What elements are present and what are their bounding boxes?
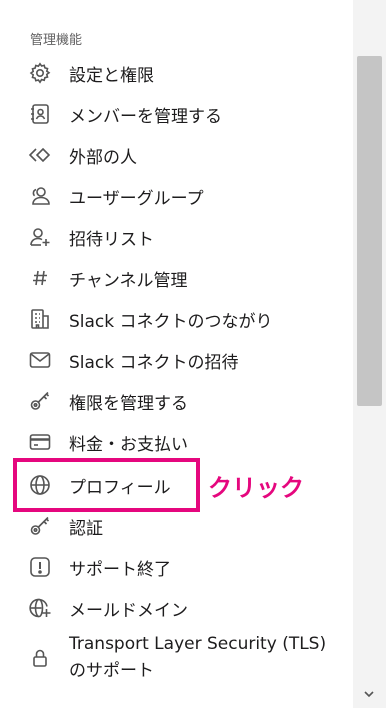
- menu-item-label: Slack コネクトの招待: [69, 352, 239, 373]
- exclamation-icon: [28, 555, 52, 579]
- gear-icon: [28, 61, 52, 85]
- menu-item-tls-support[interactable]: Transport Layer Security (TLS) のサポート: [0, 630, 353, 686]
- user-group-icon: [28, 184, 52, 208]
- scrollbar-thumb[interactable]: [357, 56, 382, 406]
- menu-item-end-of-support[interactable]: サポート終了: [0, 547, 353, 587]
- menu-item-settings-permissions[interactable]: 設定と権限: [0, 53, 353, 93]
- credit-card-icon: [28, 430, 52, 454]
- menu-item-label: 料金・お支払い: [69, 434, 188, 455]
- building-icon: [28, 307, 52, 331]
- menu-item-label: チャンネル管理: [69, 270, 188, 291]
- menu-item-billing[interactable]: 料金・お支払い: [0, 422, 353, 462]
- menu-item-label: Transport Layer Security (TLS) のサポート: [69, 634, 327, 681]
- member-card-icon: [28, 102, 52, 126]
- external-diamond-icon: [28, 143, 52, 167]
- menu-item-slack-connect-invites[interactable]: Slack コネクトの招待: [0, 340, 353, 380]
- menu-item-authentication[interactable]: 認証: [0, 506, 353, 546]
- menu-item-manage-members[interactable]: メンバーを管理する: [0, 94, 353, 134]
- admin-menu: 管理機能 設定と権限 メンバーを管理する 外部の人 ユーザーグループ 招待リスト…: [0, 0, 353, 708]
- menu-item-label: メンバーを管理する: [69, 106, 222, 127]
- menu-item-label: サポート終了: [69, 559, 171, 580]
- envelope-icon: [28, 348, 52, 372]
- menu-item-manage-permissions[interactable]: 権限を管理する: [0, 381, 353, 421]
- menu-item-label: ユーザーグループ: [69, 188, 204, 209]
- menu-item-label: 権限を管理する: [69, 393, 188, 414]
- menu-item-label: 認証: [69, 518, 103, 539]
- menu-item-slack-connect-connections[interactable]: Slack コネクトのつながり: [0, 299, 353, 339]
- click-annotation: クリック: [208, 474, 304, 502]
- hash-icon: [28, 266, 52, 290]
- menu-item-channel-management[interactable]: チャンネル管理: [0, 258, 353, 298]
- menu-item-label: Slack コネクトのつながり: [69, 311, 273, 332]
- menu-item-label: メールドメイン: [69, 600, 188, 621]
- globe-plus-icon: [28, 596, 52, 620]
- lock-icon: [28, 646, 52, 670]
- key-icon: [28, 514, 52, 538]
- menu-item-label: 外部の人: [69, 147, 137, 168]
- profile-highlight-box: [13, 458, 200, 512]
- menu-item-email-domain[interactable]: メールドメイン: [0, 588, 353, 628]
- menu-item-label: 招待リスト: [69, 229, 154, 250]
- chevron-down-icon[interactable]: [361, 686, 377, 702]
- section-title: 管理機能: [30, 33, 83, 48]
- menu-item-user-groups[interactable]: ユーザーグループ: [0, 176, 353, 216]
- scrollbar[interactable]: [353, 0, 386, 708]
- menu-item-external-people[interactable]: 外部の人: [0, 135, 353, 175]
- menu-item-invite-list[interactable]: 招待リスト: [0, 217, 353, 257]
- menu-item-label: 設定と権限: [69, 65, 154, 86]
- user-plus-icon: [28, 225, 52, 249]
- key-icon: [28, 389, 52, 413]
